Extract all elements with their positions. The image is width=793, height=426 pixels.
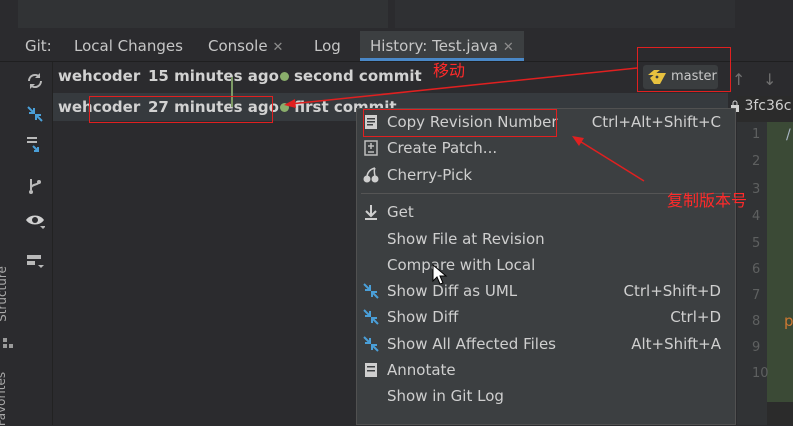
annotation-arrow: [577, 139, 645, 182]
annotation-arrow: [289, 67, 638, 105]
arrowhead-icon: [284, 99, 296, 108]
arrowhead-icon: [572, 136, 584, 146]
annotation-arrows: [284, 67, 645, 182]
